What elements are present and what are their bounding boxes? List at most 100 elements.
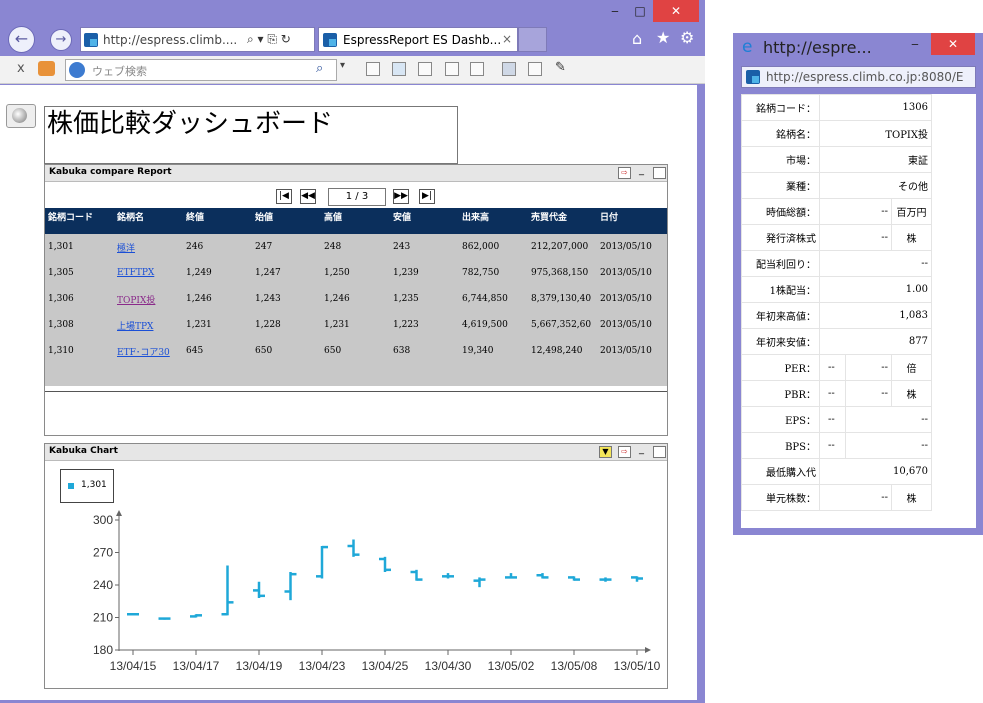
close-button[interactable]: ✕ <box>653 0 699 22</box>
forward-button[interactable]: → <box>50 29 72 51</box>
first-page-button[interactable]: |◀ <box>276 189 292 204</box>
pin-icon[interactable]: ✎ <box>555 60 566 75</box>
y-tick-label: 240 <box>93 578 113 592</box>
download-icon[interactable] <box>392 62 406 76</box>
home-icon[interactable]: ⌂ <box>632 29 642 48</box>
page-indicator[interactable]: 1 / 3 <box>328 188 386 206</box>
camera-icon[interactable] <box>38 61 55 76</box>
stock-name-link[interactable]: ETF･コア30 <box>117 348 170 358</box>
select-icon[interactable] <box>445 62 459 76</box>
info-row: 発行済株式 -- 株 <box>741 224 932 251</box>
table-cell: 4,619,500 <box>459 312 528 338</box>
info-value: -- <box>819 198 892 225</box>
search-dropdown-icon[interactable]: ▾ <box>340 60 345 71</box>
y-tick-label: 300 <box>93 513 113 527</box>
info-row: 市場： 東証 <box>741 146 932 173</box>
column-header[interactable]: 銘柄コード <box>45 208 114 234</box>
table-cell <box>114 364 183 386</box>
table-header-row: 銘柄コード 銘柄名 終値 始値 高値 安値 出来高 売買代金 日付 <box>45 208 667 234</box>
table-cell <box>459 364 528 386</box>
document-icon[interactable] <box>418 62 432 76</box>
search-placeholder: ウェブ検索 <box>92 65 147 78</box>
monitor-icon[interactable] <box>502 62 516 76</box>
column-header[interactable]: 銘柄名 <box>114 208 183 234</box>
column-header[interactable]: 終値 <box>183 208 252 234</box>
table-cell: 12,498,240 <box>528 338 597 364</box>
x-tick-label: 13/05/02 <box>488 659 535 673</box>
address-actions-icons[interactable]: ⌕ ▾ ⎘ ↻ <box>247 32 291 47</box>
chart-minimize-icon[interactable]: _ <box>639 444 644 455</box>
table-cell: ETFTPX <box>114 260 183 286</box>
popup-address-bar[interactable]: http://espress.climb.co.jp:8080/E <box>741 66 976 88</box>
toolbar-close-icon[interactable]: x <box>17 61 25 76</box>
prev-page-button[interactable]: ◀◀ <box>300 189 316 204</box>
popup-maximize-button[interactable] <box>906 33 928 55</box>
column-header[interactable]: 安値 <box>390 208 459 234</box>
capture-icon[interactable] <box>470 62 484 76</box>
filter-icon[interactable]: ▼ <box>599 446 612 458</box>
tab-espressreport[interactable]: EspressReport ES Dashb... × <box>318 27 518 52</box>
table-cell: 212,207,000 <box>528 234 597 260</box>
popup-close-button[interactable]: ✕ <box>931 33 975 55</box>
popup-favicon-icon <box>746 70 760 84</box>
info-row: 銘柄コード： 1306 <box>741 94 932 121</box>
table-row: 1,305 ETFTPX 1,249 1,247 1,250 1,239 782,750 97… <box>45 260 667 286</box>
column-header[interactable]: 高値 <box>321 208 390 234</box>
dashboard-nav-icon[interactable] <box>6 104 36 128</box>
table-cell <box>252 364 321 386</box>
next-page-button[interactable]: ▶▶ <box>393 189 409 204</box>
export-icon[interactable]: ⇨ <box>618 167 631 179</box>
info-label: 市場： <box>741 146 820 173</box>
table-cell: 247 <box>252 234 321 260</box>
last-page-button[interactable]: ▶| <box>419 189 435 204</box>
tab-close-icon[interactable]: × <box>502 32 512 46</box>
page-icon[interactable] <box>366 62 380 76</box>
ie-icon: e <box>742 37 753 57</box>
title-bar: ‒ □ ✕ <box>0 0 705 26</box>
search-icon[interactable]: ⌕ <box>316 61 323 76</box>
info-value: -- <box>845 432 932 459</box>
minimize-button[interactable]: ‒ <box>603 0 627 22</box>
table-cell: 975,368,150 <box>528 260 597 286</box>
address-bar[interactable]: http://espress.climb.... ⌕ ▾ ⎘ ↻ <box>80 27 315 52</box>
chart-export-icon[interactable]: ⇨ <box>618 446 631 458</box>
gear-icon[interactable]: ⚙ <box>680 28 694 47</box>
column-header[interactable]: 売買代金 <box>528 208 597 234</box>
table-cell: 1,249 <box>183 260 252 286</box>
back-button[interactable]: ← <box>8 26 35 53</box>
table-cell: 243 <box>390 234 459 260</box>
stock-name-link[interactable]: ETFTPX <box>117 268 154 278</box>
info-unit: 株 <box>891 380 932 407</box>
column-header[interactable]: 出来高 <box>459 208 528 234</box>
table-row: 1,301 極洋 246 247 248 243 862,000 212,207,000 201… <box>45 234 667 260</box>
table-cell: 782,750 <box>459 260 528 286</box>
stock-name-link[interactable]: TOPIX投 <box>117 296 155 306</box>
table-cell: 1,223 <box>390 312 459 338</box>
window-select-icon[interactable] <box>528 62 542 76</box>
web-search-box[interactable]: ウェブ検索 ⌕ <box>65 59 337 81</box>
table-row: 1,310 ETF･コア30 645 650 650 638 19,340 12,498,24… <box>45 338 667 364</box>
column-header[interactable]: 始値 <box>252 208 321 234</box>
dashboard-title: 株価比較ダッシュボード <box>44 106 458 164</box>
info-unit: 株 <box>891 484 932 511</box>
info-row: 1株配当： 1.00 <box>741 276 932 303</box>
popup-address-text[interactable]: http://espress.climb.co.jp:8080/E <box>766 70 974 84</box>
x-tick-label: 13/05/08 <box>551 659 598 673</box>
table-cell: 1,239 <box>390 260 459 286</box>
table-cell: 1,243 <box>252 286 321 312</box>
x-tick-label: 13/04/17 <box>173 659 220 673</box>
new-tab-button[interactable] <box>518 27 547 52</box>
site-favicon-icon <box>84 33 98 47</box>
stock-name-link[interactable]: 極洋 <box>117 244 135 254</box>
chart-maximize-icon[interactable] <box>653 446 666 458</box>
column-header[interactable]: 日付 <box>597 208 667 234</box>
maximize-button[interactable]: □ <box>627 0 653 22</box>
address-text[interactable]: http://espress.climb.... <box>103 33 237 47</box>
maximize-panel-icon[interactable] <box>653 167 666 179</box>
info-row: PBR： -- -- 株 <box>741 380 932 407</box>
info-value: -- <box>819 250 932 277</box>
star-icon[interactable]: ★ <box>656 28 670 47</box>
minimize-panel-icon[interactable]: _ <box>639 165 644 176</box>
stock-name-link[interactable]: 上場TPX <box>117 322 153 332</box>
info-value: -- <box>845 354 892 381</box>
